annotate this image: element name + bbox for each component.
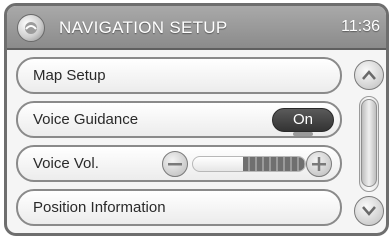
minus-icon[interactable] [162,151,188,177]
voice-guidance-toggle[interactable]: On [272,108,334,136]
menu-item-label: Position Information [33,199,166,216]
scrollbar-thumb[interactable] [361,99,377,187]
menu-item-position-information[interactable]: Position Information [16,189,342,226]
menu-item-map-setup[interactable]: Map Setup [16,57,342,94]
menu-item-label: Voice Guidance [33,111,139,128]
volume-slider[interactable] [192,156,306,172]
plus-icon[interactable] [306,151,332,177]
volume-level-fill [243,157,305,171]
chevron-up-icon[interactable] [354,60,384,90]
screen-frame: NAVIGATION SETUP 11:36 Map Setup Voice G… [4,3,389,236]
page-title: NAVIGATION SETUP [59,18,228,37]
menu-item-voice-guidance[interactable]: Voice Guidance On [16,101,342,138]
scrollbar-track[interactable] [359,96,379,192]
app-logo-icon [17,14,45,42]
menu-item-voice-volume: Voice Vol. [16,145,342,182]
menu-item-label: Map Setup [33,67,106,84]
clock: 11:36 [341,18,380,35]
title-bar: NAVIGATION SETUP 11:36 [7,6,386,50]
menu-item-label: Voice Vol. [33,155,99,172]
chevron-down-icon[interactable] [354,196,384,226]
